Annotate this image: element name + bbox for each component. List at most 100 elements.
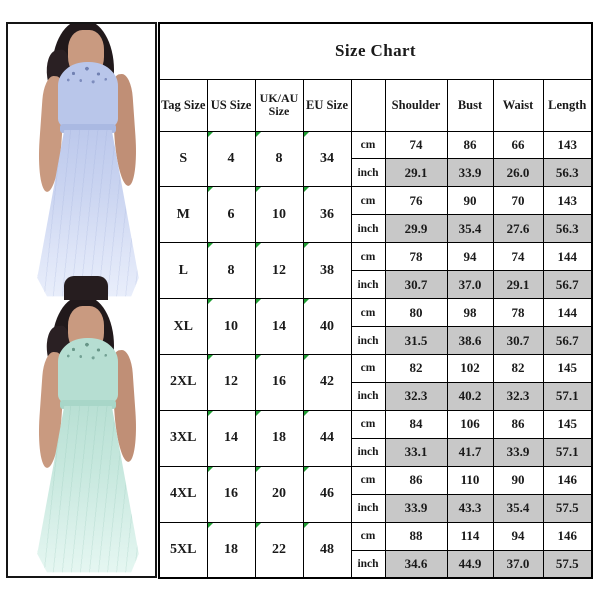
- product-image-panel: [6, 22, 157, 578]
- cell-waist-cm: 90: [492, 465, 544, 495]
- cell-shoulder-cm: 78: [384, 242, 448, 272]
- cell-unit-cm: cm: [350, 298, 386, 328]
- cell-eu-size: 40: [302, 298, 352, 355]
- cell-length-cm: 143: [542, 186, 593, 216]
- cell-us-size: 16: [206, 465, 256, 523]
- cell-shoulder-inch: 33.1: [384, 437, 448, 467]
- header-bust: Bust: [446, 78, 494, 132]
- cell-waist-inch: 37.0: [492, 549, 544, 579]
- header-shoulder: Shoulder: [384, 78, 448, 132]
- cell-bust-inch: 33.9: [446, 158, 494, 188]
- cell-tag-size: S: [158, 130, 208, 188]
- cell-length-cm: 146: [542, 465, 593, 495]
- table-row: 5XL 18 22 48 cm 88 114 94 146: [158, 521, 593, 579]
- cell-length-cm: 145: [542, 409, 593, 439]
- cell-waist-inch: 27.6: [492, 214, 544, 244]
- cell-shoulder-inch: 31.5: [384, 326, 448, 355]
- size-chart-page: Size Chart Tag Size US Size UK/AU Size E…: [0, 0, 600, 600]
- cell-bust-cm: 106: [446, 409, 494, 439]
- header-unit: [350, 78, 386, 132]
- chart-header-row: Tag Size US Size UK/AU Size EU Size Shou…: [158, 78, 593, 132]
- cell-uk-au-size: 16: [254, 354, 304, 411]
- cell-bust-inch: 35.4: [446, 214, 494, 244]
- cell-unit-cm: cm: [350, 186, 386, 216]
- cell-waist-inch: 29.1: [492, 270, 544, 300]
- cell-uk-au-size: 10: [254, 186, 304, 244]
- cell-bust-inch: 44.9: [446, 549, 494, 579]
- cell-unit-inch: inch: [350, 493, 386, 523]
- cell-length-inch: 56.7: [542, 270, 593, 300]
- cell-bust-cm: 90: [446, 186, 494, 216]
- cell-uk-au-size: 12: [254, 242, 304, 300]
- cell-uk-au-size: 20: [254, 465, 304, 523]
- cell-bust-cm: 102: [446, 354, 494, 383]
- header-eu-size: EU Size: [302, 78, 352, 132]
- cell-tag-size: 3XL: [158, 409, 208, 467]
- cell-shoulder-inch: 32.3: [384, 381, 448, 411]
- cell-us-size: 8: [206, 242, 256, 300]
- cell-unit-inch: inch: [350, 381, 386, 411]
- cell-waist-cm: 70: [492, 186, 544, 216]
- cell-us-size: 10: [206, 298, 256, 355]
- cell-length-inch: 57.5: [542, 549, 593, 579]
- cell-bust-inch: 37.0: [446, 270, 494, 300]
- header-tag-size: Tag Size: [158, 78, 208, 132]
- cell-shoulder-cm: 82: [384, 354, 448, 383]
- cell-us-size: 6: [206, 186, 256, 244]
- cell-us-size: 12: [206, 354, 256, 411]
- cell-shoulder-cm: 84: [384, 409, 448, 439]
- cell-shoulder-cm: 74: [384, 130, 448, 160]
- cell-bust-cm: 110: [446, 465, 494, 495]
- size-chart-table: Size Chart Tag Size US Size UK/AU Size E…: [158, 22, 593, 579]
- cell-eu-size: 34: [302, 130, 352, 188]
- model-legs: [64, 276, 108, 300]
- cell-tag-size: L: [158, 242, 208, 300]
- cell-tag-size: XL: [158, 298, 208, 355]
- table-row: XL 10 14 40 cm 80 98 78 144: [158, 298, 593, 355]
- cell-shoulder-inch: 33.9: [384, 493, 448, 523]
- cell-length-inch: 57.5: [542, 493, 593, 523]
- cell-uk-au-size: 8: [254, 130, 304, 188]
- cell-bust-cm: 86: [446, 130, 494, 160]
- cell-tag-size: 4XL: [158, 465, 208, 523]
- cell-length-cm: 146: [542, 521, 593, 551]
- cell-shoulder-cm: 76: [384, 186, 448, 216]
- cell-unit-cm: cm: [350, 242, 386, 272]
- cell-us-size: 4: [206, 130, 256, 188]
- cell-unit-inch: inch: [350, 437, 386, 467]
- table-row: L 8 12 38 cm 78 94 74 144: [158, 242, 593, 300]
- cell-shoulder-inch: 29.9: [384, 214, 448, 244]
- cell-us-size: 18: [206, 521, 256, 579]
- cell-us-size: 14: [206, 409, 256, 467]
- cell-length-inch: 56.7: [542, 326, 593, 355]
- cell-waist-inch: 33.9: [492, 437, 544, 467]
- cell-eu-size: 44: [302, 409, 352, 467]
- table-row: 2XL 12 16 42 cm 82 102 82 145: [158, 354, 593, 411]
- cell-shoulder-cm: 86: [384, 465, 448, 495]
- cell-eu-size: 38: [302, 242, 352, 300]
- cell-bust-inch: 41.7: [446, 437, 494, 467]
- cell-eu-size: 42: [302, 354, 352, 411]
- cell-unit-inch: inch: [350, 214, 386, 244]
- header-uk-au-size: UK/AU Size: [254, 78, 304, 132]
- size-chart-body: S 4 8 34 cm 74 86 66 143 inch 29.1 33.9 26.0 56.3 M 6 10…: [158, 130, 593, 579]
- cell-uk-au-size: 22: [254, 521, 304, 579]
- cell-shoulder-inch: 34.6: [384, 549, 448, 579]
- cell-length-cm: 143: [542, 130, 593, 160]
- model-figure: [8, 24, 155, 300]
- cell-uk-au-size: 18: [254, 409, 304, 467]
- cell-waist-inch: 35.4: [492, 493, 544, 523]
- cell-unit-inch: inch: [350, 158, 386, 188]
- cell-unit-inch: inch: [350, 549, 386, 579]
- cell-length-cm: 144: [542, 298, 593, 328]
- cell-shoulder-inch: 29.1: [384, 158, 448, 188]
- product-image-mint-dress: [8, 300, 155, 576]
- cell-eu-size: 36: [302, 186, 352, 244]
- cell-shoulder-cm: 80: [384, 298, 448, 328]
- cell-waist-cm: 86: [492, 409, 544, 439]
- cell-bust-inch: 43.3: [446, 493, 494, 523]
- cell-bust-cm: 98: [446, 298, 494, 328]
- cell-unit-inch: inch: [350, 326, 386, 355]
- cell-unit-cm: cm: [350, 521, 386, 551]
- cell-bust-inch: 38.6: [446, 326, 494, 355]
